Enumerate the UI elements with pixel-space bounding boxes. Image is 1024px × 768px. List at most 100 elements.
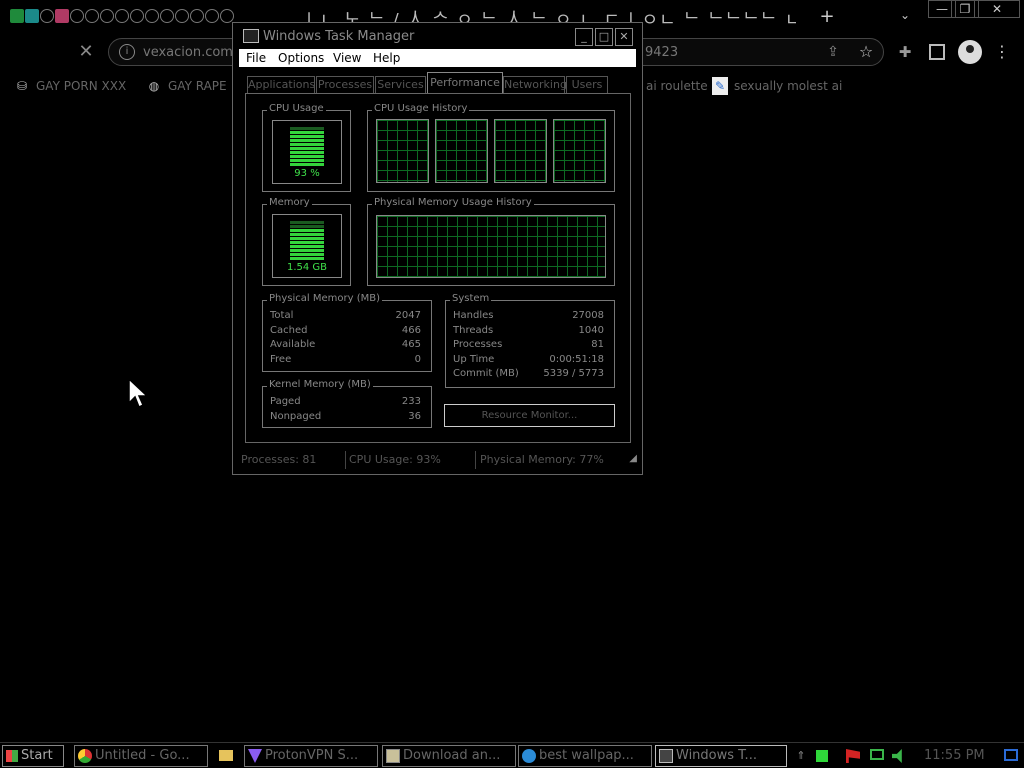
cpu-meter-bar [290, 135, 324, 138]
bookmark-item[interactable]: ◍ GAY RAPE [146, 77, 227, 95]
start-button[interactable]: Start [2, 745, 64, 767]
memory-history-label: Physical Memory Usage History [372, 197, 534, 208]
tab-favicon-1[interactable] [10, 9, 24, 23]
mouse-cursor-icon [128, 378, 148, 409]
browser-edge-icon [522, 749, 536, 763]
stat-value-processes: 81 [591, 339, 604, 350]
profile-avatar-icon[interactable] [958, 40, 982, 64]
tab-favicon-7[interactable] [100, 9, 114, 23]
cpu-usage-label: CPU Usage [267, 103, 326, 114]
close-button[interactable]: ✕ [615, 28, 633, 46]
system-group: System Handles 27008 Threads 1040 Proces… [445, 293, 615, 388]
tab-networking[interactable]: Networking [503, 76, 567, 94]
share-icon[interactable]: ⇪ [825, 44, 841, 60]
taskbar-item-label: best wallpap... [539, 748, 634, 763]
taskbar-item-folder[interactable] [214, 745, 236, 767]
browser-menu-icon[interactable]: ⋮ [994, 42, 1010, 62]
download-app-icon [386, 749, 400, 763]
tab-favicon-6[interactable] [85, 9, 99, 23]
tab-favicon-11[interactable] [160, 9, 174, 23]
resource-monitor-button[interactable]: Resource Monitor... [444, 404, 615, 427]
taskbar-item-wallpaper[interactable]: best wallpap... [518, 745, 652, 767]
new-tab-button[interactable]: + [818, 6, 836, 27]
menu-options[interactable]: Options [278, 51, 324, 65]
stop-loading-icon[interactable]: ✕ [76, 42, 96, 62]
tab-processes[interactable]: Processes [316, 76, 374, 94]
tab-favicon-4[interactable] [55, 9, 69, 23]
memory-meter-bar [290, 249, 324, 252]
tab-services[interactable]: Services [375, 76, 426, 94]
menu-file[interactable]: File [246, 51, 266, 65]
bookmark-item[interactable]: ⛁ GAY PORN XXX [14, 77, 126, 95]
stat-value-nonpaged: 36 [408, 411, 421, 422]
bookmark-favicon-icon: ✎ [712, 77, 728, 95]
cpu-usage-group: CPU Usage 93 % [262, 103, 351, 192]
kernel-memory-label: Kernel Memory (MB) [267, 379, 373, 390]
tab-favicon-15[interactable] [220, 9, 234, 23]
tab-performance[interactable]: Performance [427, 72, 503, 94]
cpu-usage-bars [290, 127, 324, 166]
cpu-meter-tray-icon[interactable] [816, 750, 828, 762]
cpu-meter-bar [290, 151, 324, 154]
bookmark-favicon-icon: ⛁ [16, 79, 28, 93]
tab-favicon-9[interactable] [130, 9, 144, 23]
cpu-meter-bar [290, 159, 324, 162]
tab-favicon-12[interactable] [175, 9, 189, 23]
action-center-flag-icon[interactable] [846, 749, 860, 763]
tab-favicon-3[interactable] [40, 9, 54, 23]
memory-meter-bar [290, 237, 324, 240]
tab-search-icon[interactable]: ⌄ [896, 8, 914, 26]
folder-icon [219, 750, 233, 761]
taskbar-item-label: Untitled - Go... [95, 748, 190, 763]
status-divider [345, 451, 346, 469]
tab-favicon-13[interactable] [190, 9, 204, 23]
menu-help[interactable]: Help [373, 51, 400, 65]
browser-close-button[interactable]: ✕ [974, 0, 1020, 18]
tray-expand-icon[interactable]: ⇑ [794, 749, 808, 763]
maximize-button[interactable]: □ [595, 28, 613, 46]
site-info-icon[interactable]: i [119, 44, 135, 60]
stat-label-total: Total [270, 310, 294, 321]
clock[interactable]: 11:55 PM [924, 746, 994, 766]
protonvpn-icon [248, 749, 262, 763]
tab-favicon-5[interactable] [70, 9, 84, 23]
stat-value-threads: 1040 [578, 325, 604, 336]
bookmark-star-icon[interactable]: ☆ [857, 43, 875, 61]
stat-value-available: 465 [401, 339, 421, 350]
tab-applications[interactable]: Applications [247, 76, 315, 94]
cpu-meter-bar [290, 147, 324, 150]
tab-favicon-14[interactable] [205, 9, 219, 23]
bookmark-label: GAY PORN XXX [36, 79, 127, 93]
menu-view[interactable]: View [333, 51, 361, 65]
taskbar-item-label: ProtonVPN S... [265, 748, 359, 763]
system-label: System [450, 293, 492, 304]
taskbar-item-chrome[interactable]: Untitled - Go... [74, 745, 208, 767]
tab-favicon-2[interactable] [25, 9, 39, 23]
stat-label-available: Available [270, 339, 316, 350]
minimize-button[interactable]: _ [575, 28, 593, 46]
url-text-tail[interactable]: 9423 [645, 45, 705, 61]
taskbar-item-protonvpn[interactable]: ProtonVPN S... [244, 745, 378, 767]
resize-grip-icon[interactable]: ◢ [623, 453, 637, 467]
cpu-usage-value: 93 % [294, 168, 320, 179]
stat-value-commit: 5339 / 5773 [543, 368, 604, 379]
side-panel-icon[interactable] [929, 44, 945, 60]
cpu-meter-bar [290, 127, 324, 130]
extensions-icon[interactable]: ✚ [896, 43, 914, 61]
taskbar-item-task-manager[interactable]: Windows T... [655, 745, 787, 767]
volume-icon[interactable] [892, 749, 902, 763]
network-icon[interactable] [870, 749, 884, 760]
tab-favicon-10[interactable] [145, 9, 159, 23]
tab-favicon-8[interactable] [115, 9, 129, 23]
chrome-icon [78, 749, 92, 763]
menu-bar: File Options View Help [239, 49, 636, 67]
bookmark-item[interactable]: ✎ sexually molest ai [712, 77, 842, 95]
tab-users[interactable]: Users [566, 76, 608, 94]
taskbar-item-download[interactable]: Download an... [382, 745, 516, 767]
cpu-history-graph-core-3 [494, 119, 547, 183]
stat-label-free: Free [270, 354, 292, 365]
show-desktop-icon[interactable] [1004, 749, 1018, 761]
task-manager-window[interactable]: Windows Task Manager _ □ ✕ File Options … [232, 22, 643, 475]
stat-label-uptime: Up Time [453, 354, 495, 365]
bookmark-item[interactable]: ai roulette [646, 77, 708, 95]
